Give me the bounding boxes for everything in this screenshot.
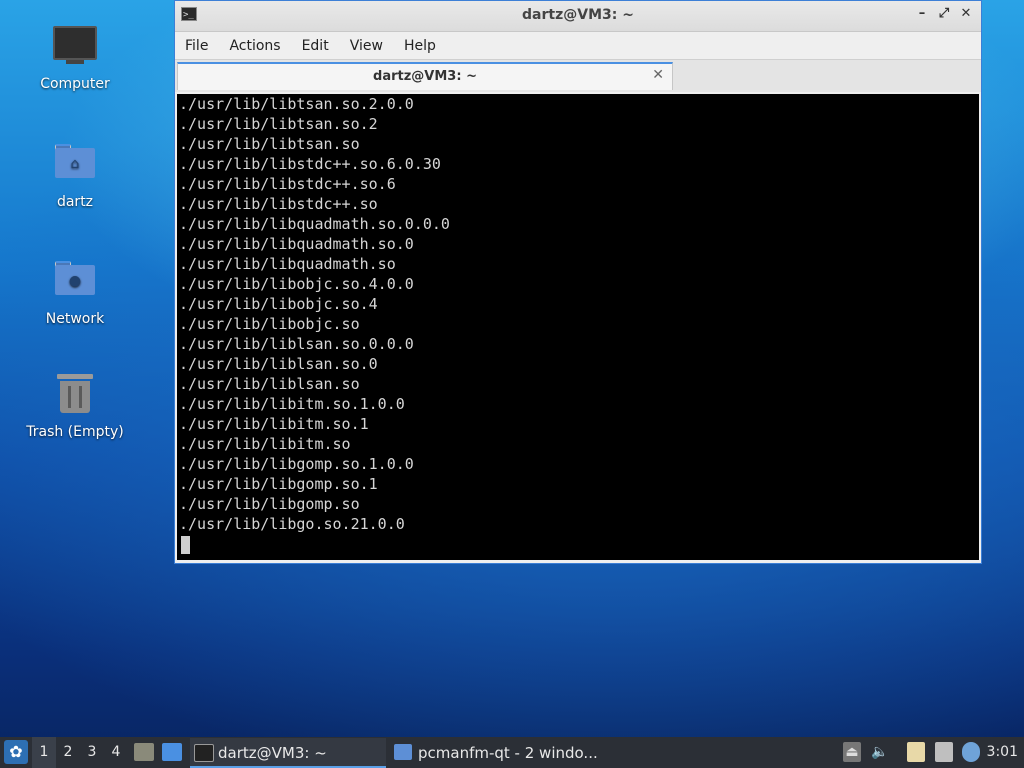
- terminal-line: ./usr/lib/libstdc++.so: [179, 195, 378, 213]
- terminal-prompt-line: [177, 534, 979, 554]
- desktop-icon-home[interactable]: ⌂ dartz: [20, 138, 130, 210]
- terminal-line: ./usr/lib/liblsan.so.0: [179, 355, 378, 373]
- menu-edit[interactable]: Edit: [302, 38, 329, 54]
- terminal-line: ./usr/lib/libstdc++.so.6.0.30: [179, 155, 441, 173]
- desktop-icon-network[interactable]: ● Network: [20, 255, 130, 327]
- clipboard-icon[interactable]: [907, 742, 925, 762]
- terminal-line: ./usr/lib/liblsan.so: [179, 375, 360, 393]
- terminal-output[interactable]: ./usr/lib/libtsan.so.2.0.0 ./usr/lib/libt…: [177, 94, 979, 560]
- task-pcmanfm[interactable]: pcmanfm-qt - 2 windo...: [390, 738, 600, 768]
- terminal-line: ./usr/lib/libtsan.so: [179, 135, 360, 153]
- tab-bar: dartz@VM3: ~ ✕: [175, 59, 981, 92]
- tab-close-icon[interactable]: ✕: [652, 67, 664, 83]
- terminal-line: ./usr/lib/libitm.so: [179, 435, 351, 453]
- terminal-line: ./usr/lib/libgomp.so: [179, 495, 360, 513]
- home-folder-icon: ⌂: [53, 144, 97, 188]
- menu-help[interactable]: Help: [404, 38, 436, 54]
- trash-icon: [53, 374, 97, 418]
- show-desktop-icon[interactable]: [162, 743, 182, 761]
- task-label: dartz@VM3: ~: [218, 744, 327, 762]
- terminal-line: ./usr/lib/libquadmath.so.0: [179, 235, 414, 253]
- terminal-window: >_ dartz@VM3: ~ – ⤢ ✕ File Actions Edit …: [174, 0, 982, 564]
- desktop-icon-label: dartz: [56, 194, 94, 210]
- network-icon[interactable]: [935, 742, 953, 762]
- workspace-2[interactable]: 2: [56, 737, 80, 768]
- taskbar: ✿ 1 2 3 4 dartz@VM3: ~ pcmanfm-qt - 2 wi…: [0, 737, 1024, 768]
- terminal-line: ./usr/lib/libitm.so.1: [179, 415, 369, 433]
- desktop-icon-computer[interactable]: Computer: [20, 22, 130, 92]
- volume-icon[interactable]: 🔈: [871, 742, 889, 762]
- terminal-cursor: [181, 535, 190, 554]
- terminal-line: ./usr/lib/libobjc.so.4: [179, 295, 378, 313]
- terminal-icon: [194, 744, 214, 762]
- app-menu-button[interactable]: ✿: [4, 740, 28, 764]
- task-label: pcmanfm-qt - 2 windo...: [418, 744, 598, 762]
- desktop-icon-label: Network: [45, 311, 105, 327]
- folder-icon: [394, 744, 412, 760]
- computer-icon: [53, 26, 97, 70]
- terminal-line: ./usr/lib/libobjc.so: [179, 315, 360, 333]
- close-button[interactable]: ✕: [959, 6, 973, 21]
- tab-terminal[interactable]: dartz@VM3: ~ ✕: [177, 62, 673, 90]
- minimize-button[interactable]: –: [915, 6, 929, 21]
- terminal-line: ./usr/lib/libquadmath.so.0.0.0: [179, 215, 450, 233]
- terminal-line: ./usr/lib/libstdc++.so.6: [179, 175, 396, 193]
- terminal-line: ./usr/lib/libquadmath.so: [179, 255, 396, 273]
- eject-icon[interactable]: ⏏: [843, 742, 861, 762]
- terminal-line: ./usr/lib/libobjc.so.4.0.0: [179, 275, 414, 293]
- workspace-3[interactable]: 3: [80, 737, 104, 768]
- desktop-icon-label: Trash (Empty): [26, 424, 124, 440]
- file-manager-launcher-icon[interactable]: [134, 743, 154, 761]
- terminal-line: ./usr/lib/libgomp.so.1: [179, 475, 378, 493]
- network-folder-icon: ●: [53, 261, 97, 305]
- terminal-line: ./usr/lib/libgo.so.21.0.0: [179, 515, 405, 533]
- desktop-icon-label: Computer: [40, 76, 110, 92]
- update-icon[interactable]: [962, 742, 980, 762]
- terminal-line: ./usr/lib/libgomp.so.1.0.0: [179, 455, 414, 473]
- window-title: dartz@VM3: ~: [522, 7, 634, 23]
- terminal-line: ./usr/lib/liblsan.so.0.0.0: [179, 335, 414, 353]
- menu-view[interactable]: View: [350, 38, 383, 54]
- desktop-icon-trash[interactable]: Trash (Empty): [20, 372, 130, 440]
- terminal-line: ./usr/lib/libtsan.so.2.0.0: [179, 95, 414, 113]
- menu-file[interactable]: File: [185, 38, 208, 54]
- maximize-button[interactable]: ⤢: [937, 6, 951, 21]
- window-titlebar[interactable]: >_ dartz@VM3: ~ – ⤢ ✕: [175, 1, 981, 32]
- workspace-1[interactable]: 1: [32, 737, 56, 768]
- tab-label: dartz@VM3: ~: [373, 69, 477, 84]
- terminal-line: ./usr/lib/libtsan.so.2: [179, 115, 378, 133]
- terminal-line: ./usr/lib/libitm.so.1.0.0: [179, 395, 405, 413]
- workspace-4[interactable]: 4: [104, 737, 128, 768]
- task-terminal[interactable]: dartz@VM3: ~: [190, 738, 386, 768]
- clock[interactable]: 3:01: [987, 737, 1018, 768]
- menubar: File Actions Edit View Help: [175, 32, 981, 59]
- menu-actions[interactable]: Actions: [229, 38, 280, 54]
